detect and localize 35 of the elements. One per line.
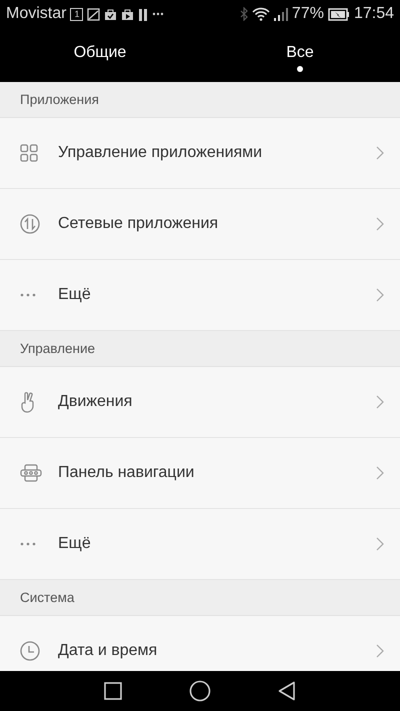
bluetooth-icon [240, 7, 248, 21]
recent-apps-button[interactable] [104, 682, 122, 700]
calendar-notification-icon: 1 [70, 8, 84, 20]
tab[interactable]: Все [200, 28, 400, 82]
more-notifications-icon [152, 12, 164, 16]
wifi-icon [252, 7, 270, 21]
image-notification-icon [87, 8, 100, 20]
clock-icon [20, 641, 40, 661]
play-store-notification-icon [121, 8, 134, 20]
carrier-name: Movistar [6, 5, 66, 23]
tab[interactable]: Общие [0, 28, 200, 82]
shopping-bag-notification-icon [104, 8, 118, 20]
chevron-right-icon [376, 146, 384, 160]
chevron-right-icon [376, 288, 384, 302]
chevron-right-icon [376, 395, 384, 409]
signal-icon [274, 7, 288, 21]
section-header: Управление [0, 331, 400, 367]
network-arrows-icon [20, 214, 40, 234]
section-header: Система [0, 580, 400, 616]
clock-time: 17:54 [354, 5, 394, 23]
pause-notification-icon [138, 8, 148, 20]
section-header: Приложения [0, 82, 400, 118]
grid-icon [20, 144, 38, 162]
hand-gesture-icon [20, 391, 36, 413]
chevron-right-icon [376, 644, 384, 658]
home-button[interactable] [188, 680, 211, 702]
back-button[interactable] [278, 681, 296, 701]
navigation-bar-icon [20, 464, 42, 482]
battery-charging-icon [328, 8, 350, 20]
chevron-right-icon [376, 217, 384, 231]
chevron-right-icon [376, 466, 384, 480]
more-icon [20, 293, 36, 297]
more-icon [20, 542, 36, 546]
battery-percentage: 77% [292, 5, 324, 23]
chevron-right-icon [376, 537, 384, 551]
